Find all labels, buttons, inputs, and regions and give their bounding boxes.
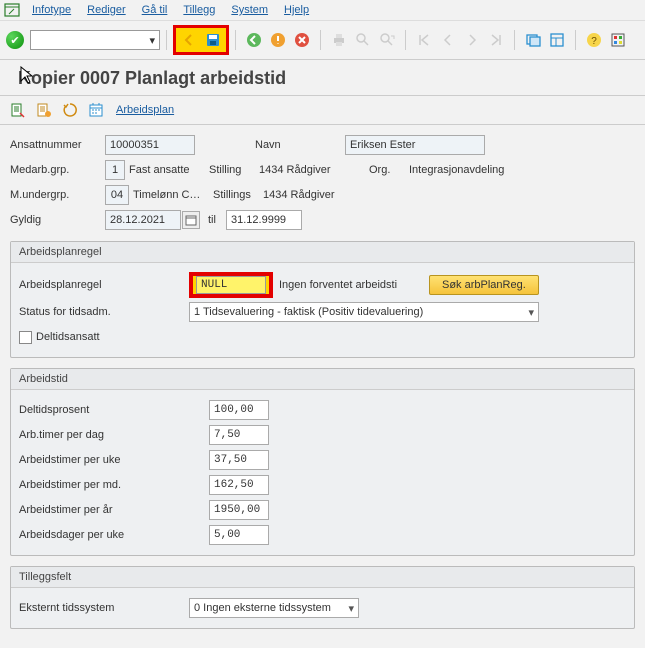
status-dropdown[interactable]: 1 Tidsevaluering - faktisk (Positiv tide…: [189, 302, 539, 322]
til-label: til: [208, 214, 226, 226]
regel-desc: Ingen forventet arbeidsti: [279, 279, 429, 291]
arbtimer-ar-field[interactable]: 1950,00: [209, 500, 269, 520]
save-icon[interactable]: [202, 29, 224, 51]
navn-label: Navn: [255, 139, 315, 151]
deltidsansatt-label: Deltidsansatt: [36, 331, 100, 343]
cursor-icon: [20, 66, 36, 86]
medarb-label: Medarb.grp.: [10, 164, 105, 176]
sub-toolbar: Arbeidsplan: [0, 96, 645, 125]
regel-field[interactable]: NULL: [196, 276, 266, 294]
arbeidstid-label: Arbeidsdager per uke: [19, 529, 209, 541]
back-icon[interactable]: [178, 29, 200, 51]
arbeidstid-label: Arbeidstimer per md.: [19, 479, 209, 491]
arbdager-uke-field[interactable]: 5,00: [209, 525, 269, 545]
last-page-icon: [485, 29, 507, 51]
ansattnummer-label: Ansattnummer: [10, 139, 105, 151]
stilling-label: Stilling: [209, 164, 259, 176]
navn-field: Eriksen Ester: [345, 135, 485, 155]
gyldig-label: Gyldig: [10, 214, 105, 226]
medarb-code: 1: [105, 160, 125, 180]
arbeidstid-group: Arbeidstid Deltidsprosent100,00 Arb.time…: [10, 368, 635, 556]
deltidsansatt-checkbox[interactable]: [19, 331, 32, 344]
create-icon[interactable]: [34, 100, 54, 120]
gyldig-til-field[interactable]: 31.12.9999: [226, 210, 302, 230]
arbeidsplan-link[interactable]: Arbeidsplan: [116, 104, 174, 116]
menu-bar: Infotype Rediger Gå til Tillegg System H…: [0, 0, 645, 21]
stillings-text: 1434 Rådgiver: [263, 189, 335, 201]
medarb-text: Fast ansatte: [129, 164, 209, 176]
date-picker-icon[interactable]: [182, 211, 200, 229]
back-button-icon[interactable]: [243, 29, 265, 51]
menu-system[interactable]: System: [231, 4, 268, 16]
mundergrp-label: M.undergrp.: [10, 189, 105, 201]
calendar-icon[interactable]: [86, 100, 106, 120]
new-session-icon[interactable]: [522, 29, 544, 51]
first-page-icon: [413, 29, 435, 51]
menu-tillegg[interactable]: Tillegg: [183, 4, 215, 16]
content-area: Ansattnummer 10000351 Navn Eriksen Ester…: [0, 125, 645, 645]
menu-gatil[interactable]: Gå til: [142, 4, 168, 16]
tilleggsfelt-group: Tilleggsfelt Eksternt tidssystem 0 Ingen…: [10, 566, 635, 629]
cycle-icon[interactable]: [60, 100, 80, 120]
help-icon[interactable]: ?: [583, 29, 605, 51]
arbeidsplanregel-title: Arbeidsplanregel: [11, 242, 634, 263]
menu-infotype[interactable]: Infotype: [32, 4, 71, 16]
arbtimer-md-field[interactable]: 162,50: [209, 475, 269, 495]
cancel-icon[interactable]: [291, 29, 313, 51]
prev-page-icon: [437, 29, 459, 51]
org-text: Integrasjonavdeling: [409, 164, 504, 176]
menu-rediger[interactable]: Rediger: [87, 4, 126, 16]
exit-icon[interactable]: [267, 29, 289, 51]
gyldig-fra-field[interactable]: 28.12.2021: [105, 210, 181, 230]
menu-hjelp[interactable]: Hjelp: [284, 4, 309, 16]
deltidsprosent-field[interactable]: 100,00: [209, 400, 269, 420]
regel-highlight: NULL: [189, 272, 273, 298]
customize-icon[interactable]: [607, 29, 629, 51]
enter-icon[interactable]: ✔: [6, 31, 24, 49]
org-label: Org.: [369, 164, 409, 176]
arbeidsplanregel-group: Arbeidsplanregel Arbeidsplanregel NULL I…: [10, 241, 635, 358]
print-icon: [328, 29, 350, 51]
eksternt-dropdown[interactable]: 0 Ingen eksterne tidssystem: [189, 598, 359, 618]
arbeidstid-label: Arbeidstimer per år: [19, 504, 209, 516]
sok-arbplanreg-button[interactable]: Søk arbPlanReg.: [429, 275, 539, 295]
page-title-bar: Kopier 0007 Planlagt arbeidstid: [0, 60, 645, 96]
mundergrp-text: Timelønn C…: [133, 189, 213, 201]
status-label: Status for tidsadm.: [19, 306, 189, 318]
arbtimer-uke-field[interactable]: 37,50: [209, 450, 269, 470]
layout-icon[interactable]: [546, 29, 568, 51]
page-title: Kopier 0007 Planlagt arbeidstid: [18, 68, 286, 88]
svg-text:?: ?: [591, 36, 597, 47]
find-next-icon: [376, 29, 398, 51]
arbeidstid-label: Arbeidstimer per uke: [19, 454, 209, 466]
overview-icon[interactable]: [8, 100, 28, 120]
arbeidstid-title: Arbeidstid: [11, 369, 634, 390]
arbtimer-dag-field[interactable]: 7,50: [209, 425, 269, 445]
main-toolbar: ✔ ?: [0, 21, 645, 60]
arbeidstid-label: Deltidsprosent: [19, 404, 209, 416]
sap-menu-icon[interactable]: [4, 2, 20, 18]
ansattnummer-field: 10000351: [105, 135, 195, 155]
next-page-icon: [461, 29, 483, 51]
regel-label: Arbeidsplanregel: [19, 279, 189, 291]
tilleggsfelt-title: Tilleggsfelt: [11, 567, 634, 588]
stilling-text: 1434 Rådgiver: [259, 164, 369, 176]
eksternt-label: Eksternt tidssystem: [19, 602, 189, 614]
arbeidstid-label: Arb.timer per dag: [19, 429, 209, 441]
command-field[interactable]: [30, 30, 160, 50]
save-highlight: [173, 25, 229, 55]
stillings-label: Stillings: [213, 189, 263, 201]
mundergrp-code: 04: [105, 185, 129, 205]
find-icon: [352, 29, 374, 51]
